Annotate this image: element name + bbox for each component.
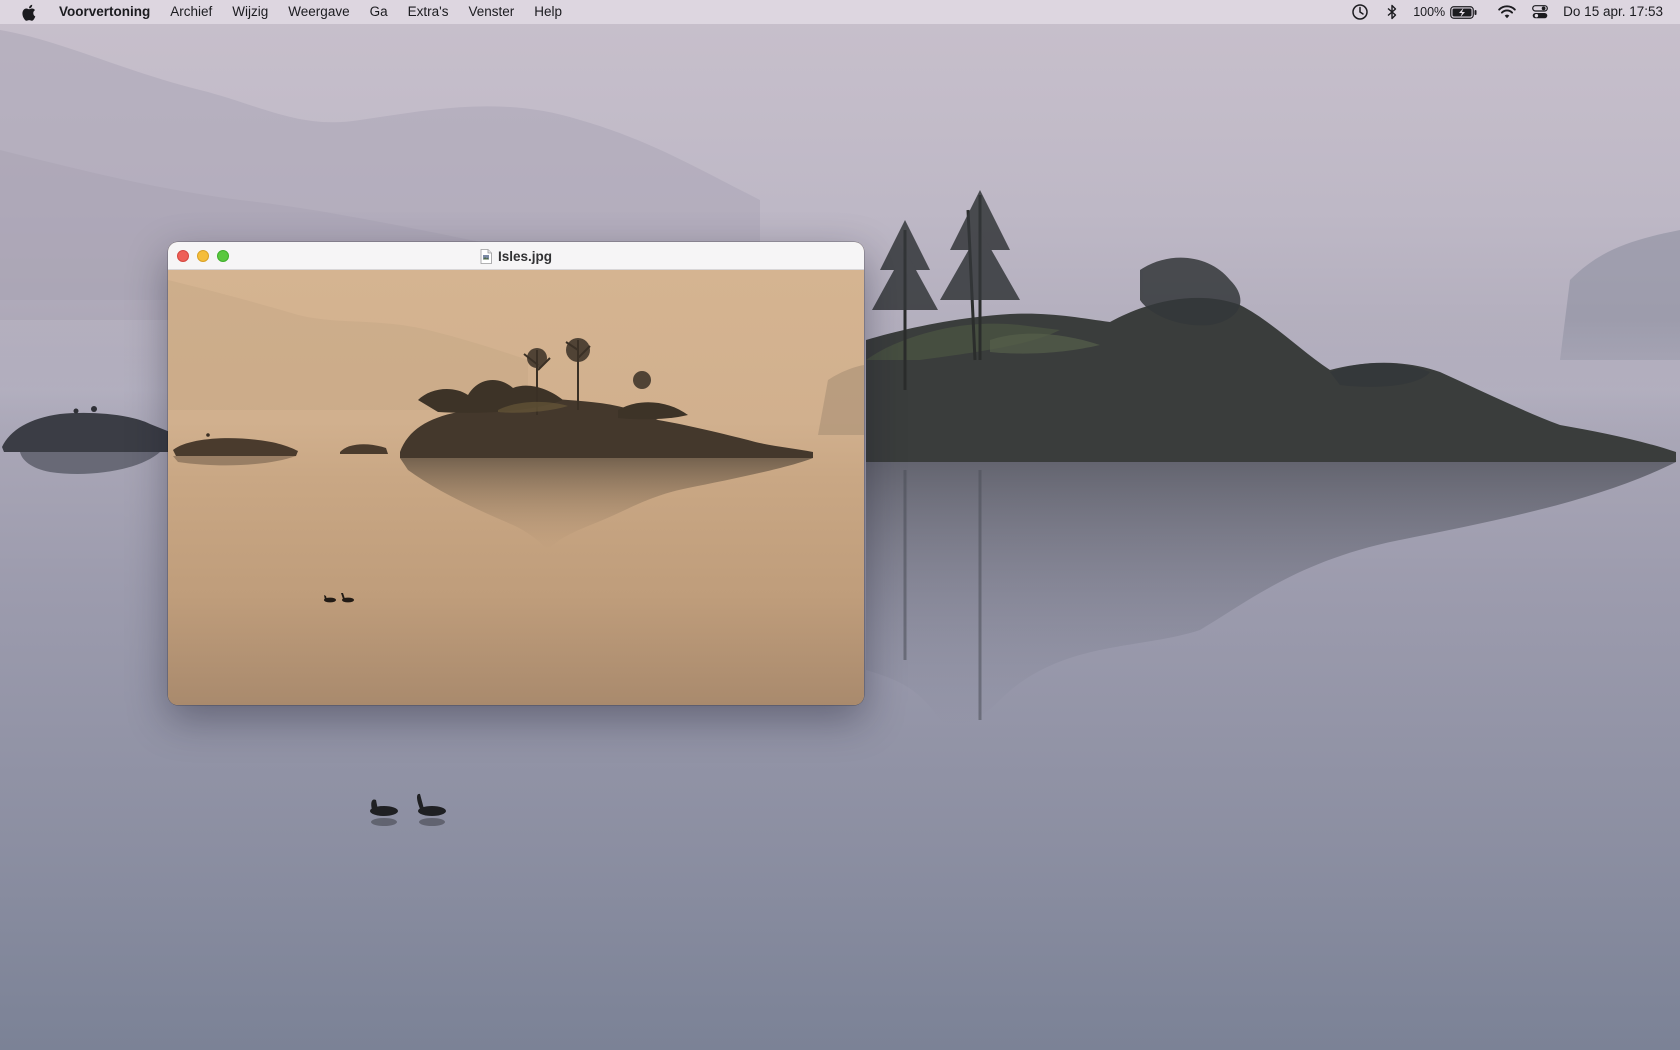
battery-charging-icon[interactable] [1449, 0, 1477, 24]
window-title: Isles.jpg [168, 242, 864, 270]
menu-bar-left: Voorvertoning Archief Wijzig Weergave Ga… [20, 0, 572, 24]
menu-wijzig[interactable]: Wijzig [222, 0, 278, 24]
close-button[interactable] [177, 250, 189, 262]
menu-help[interactable]: Help [524, 0, 572, 24]
apple-icon[interactable] [20, 0, 37, 24]
menu-ga[interactable]: Ga [360, 0, 398, 24]
control-center-icon[interactable] [1531, 0, 1549, 24]
image-canvas[interactable] [168, 270, 864, 705]
window-title-text: Isles.jpg [497, 248, 553, 264]
wifi-icon[interactable] [1497, 0, 1517, 24]
time-machine-icon[interactable] [1350, 0, 1370, 24]
menu-weergave[interactable]: Weergave [278, 0, 359, 24]
menu-venster[interactable]: Venster [458, 0, 524, 24]
desktop: Voorvertoning Archief Wijzig Weergave Ga… [0, 0, 1680, 1050]
battery-percentage: 100% [1413, 5, 1446, 19]
menu-app-name[interactable]: Voorvertoning [59, 0, 160, 24]
preview-window: Isles.jpg [168, 242, 864, 705]
zoom-button[interactable] [217, 250, 229, 262]
bluetooth-icon[interactable] [1385, 0, 1399, 24]
menu-extras[interactable]: Extra's [398, 0, 459, 24]
menu-bar: Voorvertoning Archief Wijzig Weergave Ga… [0, 0, 1680, 24]
window-title-bar[interactable]: Isles.jpg [168, 242, 864, 270]
minimize-button[interactable] [197, 250, 209, 262]
menu-bar-clock[interactable]: Do 15 apr. 17:53 [1563, 0, 1680, 24]
jpeg-document-icon[interactable] [480, 248, 492, 264]
menu-bar-status-area: 100% Do 15 apr. 17:53 [1350, 0, 1680, 24]
menu-archief[interactable]: Archief [160, 0, 222, 24]
displayed-photo [168, 270, 864, 705]
